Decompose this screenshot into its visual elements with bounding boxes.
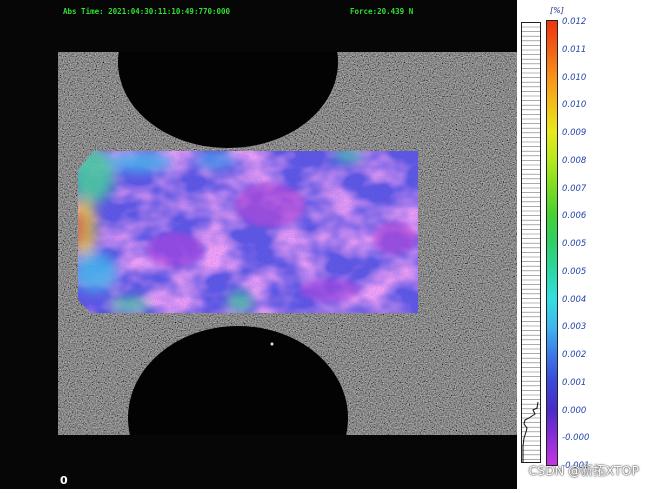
scale-label: 0.006	[562, 211, 587, 222]
color-scale-bar	[546, 20, 558, 466]
specimen-viewer[interactable]: Abs Time: 2021:04:30:11:10:49:770:000 Fo…	[0, 0, 517, 493]
scale-label: -0.000	[562, 433, 590, 444]
scale-label: 0.001	[562, 377, 587, 388]
scale-label: 0.003	[562, 322, 587, 333]
watermark: CSDN @新拓XTOP	[528, 463, 639, 478]
scale-label: 0.010	[562, 100, 587, 111]
scale-label: 0.000	[562, 405, 587, 416]
strain-overlay	[78, 151, 418, 313]
frame-index: 0	[60, 474, 68, 487]
strain-histogram-icon	[521, 22, 541, 463]
scale-label: 0.007	[562, 183, 587, 194]
scale-label: 0.004	[562, 294, 587, 305]
scale-label: 0.008	[562, 155, 587, 166]
scale-label: 0.005	[562, 266, 587, 277]
specimen-image	[0, 0, 517, 493]
scale-label: 0.005	[562, 239, 587, 249]
scale-unit: [%]	[550, 6, 564, 15]
scale-label: 0.011	[562, 44, 587, 55]
force-readout: Force:20.439 N	[350, 7, 414, 16]
color-scale-panel: [%] 0.012 0.011 0.010 0.010 0.009 0.008 0.007 0…	[517, 0, 651, 489]
scale-label: 0.009	[562, 128, 587, 138]
abs-time-readout: Abs Time: 2021:04:30:11:10:49:770:000	[63, 7, 231, 16]
scale-label: 0.002	[562, 350, 587, 360]
scale-label: 0.012	[562, 17, 587, 27]
scale-label: 0.010	[562, 72, 587, 83]
